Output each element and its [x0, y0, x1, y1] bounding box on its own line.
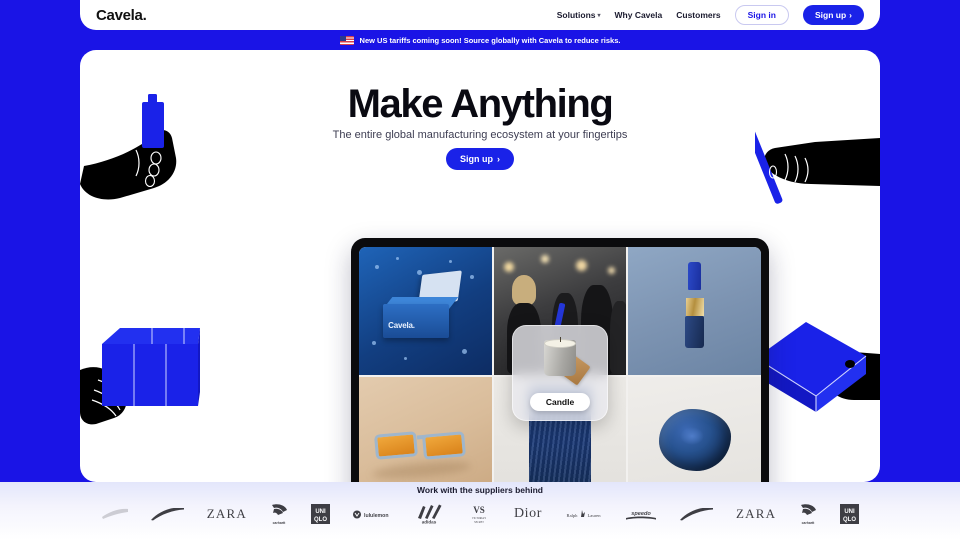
nav-item-why-cavela[interactable]: Why Cavela — [615, 10, 663, 20]
svg-text:VICTORIA'S: VICTORIA'S — [472, 517, 487, 520]
hand-holding-flat-box-illustration — [755, 322, 880, 412]
tariff-announcement-banner[interactable]: New US tariffs coming soon! Source globa… — [0, 30, 960, 50]
svg-text:speedo: speedo — [631, 511, 651, 517]
svg-text:SECRET: SECRET — [474, 521, 484, 524]
top-navigation-bar: Cavela. Solutions ▾ Why Cavela Customers… — [80, 0, 880, 30]
us-flag-icon — [339, 35, 354, 45]
svg-text:UNI: UNI — [315, 509, 326, 515]
product-grid: Cavela. Candle — [359, 247, 761, 482]
arrow-right-icon: › — [497, 154, 500, 164]
hero-subtitle: The entire global manufacturing ecosyste… — [332, 129, 628, 141]
supplier-logo-speedo: speedo — [624, 502, 658, 526]
arrow-right-icon: › — [849, 10, 852, 20]
supplier-logo-carhartt: carhartt — [269, 502, 289, 526]
nav-item-solutions-label: Solutions — [556, 10, 596, 20]
product-popup-card[interactable]: Candle — [512, 324, 608, 421]
supplier-logo-zara: ZARA — [207, 502, 247, 526]
grid-tile-gift-box[interactable]: Cavela. — [359, 247, 492, 375]
svg-text:lululemon: lululemon — [364, 513, 389, 519]
supplier-logo-nike-repeat — [680, 502, 714, 526]
svg-text:Lauren: Lauren — [588, 513, 602, 518]
chevron-down-icon: ▾ — [597, 12, 601, 19]
sunglasses-left-lens — [373, 430, 418, 460]
lipstick-bullet — [688, 262, 702, 291]
gift-box-brand-text: Cavela. — [388, 320, 415, 330]
nav-links-group: Solutions ▾ Why Cavela Customers Sign in… — [557, 5, 864, 25]
supplier-logo-zara-repeat-text: ZARA — [736, 506, 777, 521]
svg-text:QLO: QLO — [843, 517, 856, 523]
nav-item-customers-label: Customers — [676, 10, 721, 20]
hero-panel: Make Anything The entire global manufact… — [80, 50, 880, 482]
supplier-logo-zara-text: ZARA — [206, 506, 247, 521]
supplier-logo-marquee: ZARA carhartt UNI QLO lululemon adidas V… — [0, 502, 960, 526]
supplier-logo-adidas: adidas — [414, 502, 444, 526]
supplier-logo-zara-repeat: ZARA — [736, 502, 776, 526]
nav-item-why-cavela-label: Why Cavela — [614, 10, 663, 20]
supplier-logo-victorias-secret: VS VICTORIA'S SECRET — [466, 502, 492, 526]
hero-sign-up-label: Sign up — [460, 154, 493, 164]
brand-logo[interactable]: Cavela. — [96, 7, 147, 24]
hand-holding-boxes-illustration — [80, 328, 200, 425]
nav-item-customers[interactable]: Customers — [676, 10, 720, 20]
grid-tile-scrunchie[interactable] — [628, 376, 761, 482]
supplier-logo-dior: Dior — [514, 502, 542, 526]
supplier-logo-uniqlo-repeat: UNI QLO — [840, 502, 860, 526]
lipstick-base — [685, 315, 705, 348]
svg-text:carhartt: carhartt — [802, 521, 815, 525]
candle-wick — [559, 336, 561, 342]
hero-cta-wrapper: Sign up › — [80, 148, 880, 170]
supplier-logo-nike — [150, 502, 185, 526]
sign-up-button[interactable]: Sign up › — [802, 5, 864, 25]
scrunchie-body — [658, 409, 731, 472]
svg-text:Ralph: Ralph — [567, 513, 579, 518]
supplier-logo-ralph-lauren: Ralph Lauren — [564, 502, 602, 526]
page-title: Make Anything — [347, 82, 614, 126]
supplier-logo-dior-text: Dior — [513, 506, 543, 521]
grid-tile-lipstick[interactable] — [628, 247, 761, 375]
svg-text:UNI: UNI — [845, 509, 856, 515]
tablet-device-mockup: Cavela. Candle — [351, 238, 769, 482]
sunglasses-shadow — [371, 458, 473, 482]
product-popup-label: Candle — [530, 392, 590, 411]
page-root: Cavela. Solutions ▾ Why Cavela Customers… — [0, 0, 960, 540]
supplier-logo-carhartt-repeat: carhartt — [798, 502, 818, 526]
suppliers-title: Work with the suppliers behind — [417, 485, 543, 495]
sign-in-button[interactable]: Sign in — [734, 5, 789, 25]
hero-sign-up-button[interactable]: Sign up › — [446, 148, 514, 170]
supplier-logo-lululemon: lululemon — [352, 502, 392, 526]
sunglasses-right-lens — [421, 430, 466, 460]
supplier-logo-partial — [101, 502, 129, 526]
svg-text:adidas: adidas — [422, 520, 437, 525]
lipstick-gold-band — [685, 298, 704, 316]
svg-text:VS: VS — [473, 505, 485, 515]
sign-up-button-label: Sign up — [814, 10, 847, 20]
nav-item-solutions[interactable]: Solutions ▾ — [557, 10, 601, 20]
suppliers-section: Work with the suppliers behind ZARA carh… — [0, 482, 960, 540]
banner-text: New US tariffs coming soon! Source globa… — [359, 35, 621, 45]
grid-tile-sunglasses[interactable] — [359, 376, 492, 482]
svg-text:QLO: QLO — [314, 517, 327, 523]
supplier-logo-uniqlo: UNI QLO — [310, 502, 330, 526]
svg-text:carhartt: carhartt — [273, 521, 286, 525]
